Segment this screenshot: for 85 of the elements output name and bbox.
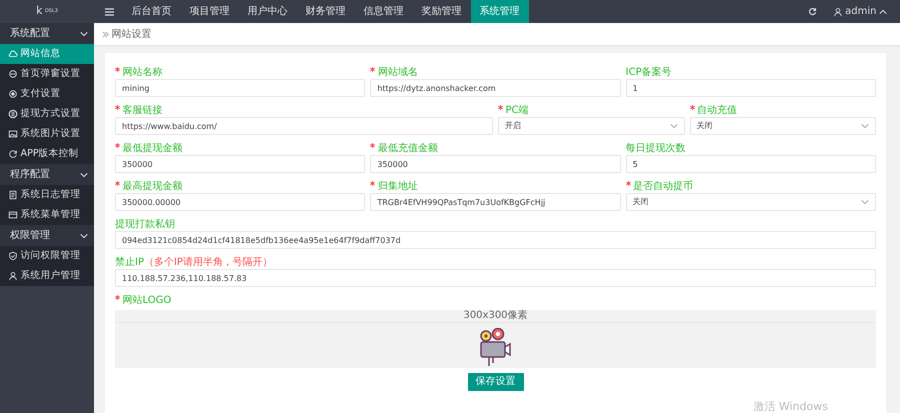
nav-tab[interactable]: 项目管理 [180, 0, 238, 23]
logo-version: DSL3 [44, 8, 58, 16]
required-asterisk-icon [115, 181, 120, 186]
required-asterisk-icon [626, 181, 631, 186]
field-label: 最高提现金额 [122, 181, 182, 193]
chevron-icon [80, 232, 88, 240]
document-icon [8, 190, 18, 200]
field-label: ICP备案号 [626, 67, 672, 79]
input-field[interactable]: 350000 [370, 155, 621, 173]
required-asterisk-icon [370, 67, 376, 72]
input-field[interactable]: 1 [626, 79, 876, 97]
sidebar-item[interactable]: 支付设置 [0, 84, 94, 104]
field-label: 最低提现金额 [122, 143, 182, 155]
select-field[interactable]: 关闭 [626, 193, 876, 211]
chevron-icon [80, 170, 88, 178]
user-icon [8, 271, 18, 281]
image-icon [8, 129, 18, 139]
cloud-icon [8, 49, 18, 59]
input-field[interactable]: mining [115, 79, 366, 97]
caret-icon [879, 8, 887, 16]
user-icon [832, 6, 843, 16]
sidebar-item[interactable]: 提现方式设置 [0, 104, 94, 124]
required-asterisk-icon [115, 67, 120, 72]
input-field[interactable]: 350000 [115, 155, 366, 173]
nav-tab[interactable]: 信息管理 [354, 0, 412, 23]
dropdown-caret-icon [670, 122, 678, 130]
sidebar-item[interactable]: APP版本控制 [0, 144, 94, 164]
required-asterisk-icon [115, 105, 120, 110]
sidebar-item[interactable]: 系统菜单管理 [0, 205, 94, 225]
input-field[interactable]: 350000.00000 [115, 193, 366, 211]
input-field[interactable]: 110.188.57.236,110.188.57.83 [115, 269, 876, 287]
required-asterisk-icon [370, 181, 376, 186]
input-field[interactable]: https://dytz.anonshacker.com [370, 79, 621, 97]
field-label: 网站名称 [122, 67, 162, 79]
input-field[interactable]: 094ed3121c0854d24d1cf41818e5dfb136ee4a95e1e64f7f9daff7037d [115, 231, 876, 249]
field-label: PC端 [506, 105, 529, 117]
field-label: 最低充值金额 [378, 143, 438, 155]
select-field[interactable]: 关闭 [690, 117, 876, 135]
logo-letter: k [36, 3, 42, 20]
required-asterisk-icon [115, 295, 120, 300]
field-label: 归集地址 [378, 181, 418, 193]
sidebar-section[interactable]: 程序配置 [0, 164, 94, 185]
nav-tab[interactable]: 用户中心 [238, 0, 296, 23]
window-icon [8, 210, 18, 220]
sidebar-section[interactable]: 系统配置 [0, 23, 94, 44]
field-label: 自动充值 [697, 105, 737, 117]
sidebar-item[interactable]: 系统日志管理 [0, 185, 94, 205]
upload-area[interactable]: 300x300像素 [115, 310, 876, 368]
breadcrumb-text: 网站设置 [112, 28, 152, 42]
field-label: 客服链接 [122, 105, 162, 117]
sidebar-item[interactable]: 访问权限管理 [0, 246, 94, 266]
sidebar-item[interactable]: 网站信息 [0, 44, 94, 64]
nav-tab[interactable]: 奖励管理 [412, 0, 470, 23]
dropdown-caret-icon [861, 122, 869, 130]
refresh-icon [8, 149, 18, 159]
sidebar-item[interactable]: 首页弹窗设置 [0, 64, 94, 84]
upload-size-hint: 300x300像素 [115, 310, 876, 322]
select-field[interactable]: 开启 [498, 117, 684, 135]
user-menu-button[interactable]: admin [824, 0, 895, 23]
field-label: 禁止IP（多个IP请用半角 , 号隔开） [115, 257, 272, 269]
sidebar-section[interactable]: 权限管理 [0, 225, 94, 246]
field-label: 每日提现次数 [626, 143, 686, 155]
required-asterisk-icon [370, 143, 376, 148]
save-button[interactable]: 保存设置 [468, 372, 524, 390]
input-field[interactable]: TRGBr4EfVH99QPasTqm7u3UofKBgGFcHjj [370, 193, 621, 211]
field-label: 是否自动提币 [633, 181, 694, 193]
nav-tab[interactable]: 后台首页 [122, 0, 180, 23]
double-chevron-icon [102, 30, 109, 38]
field-label: 提现打款私钥 [115, 219, 175, 231]
shield-icon [8, 251, 18, 261]
input-field[interactable]: 5 [626, 155, 876, 173]
nav-tab[interactable]: 财务管理 [296, 0, 354, 23]
sidebar-item[interactable]: 系统用户管理 [0, 266, 94, 286]
input-field[interactable]: https://www.baidu.com/ [115, 117, 493, 135]
field-label: 网站域名 [378, 67, 418, 79]
target-icon [8, 89, 18, 99]
dropdown-caret-icon [860, 198, 869, 206]
required-asterisk-icon [690, 105, 694, 110]
os-activation-notice: 激活 Windows [753, 398, 828, 413]
sidebar-item[interactable]: 系统图片设置 [0, 124, 94, 144]
chevron-icon [80, 30, 88, 38]
field-label: 网站LOGO [122, 295, 172, 307]
required-asterisk-icon [115, 143, 120, 148]
required-asterisk-icon [498, 105, 503, 110]
nav-tab[interactable]: 系统管理 [470, 0, 528, 23]
